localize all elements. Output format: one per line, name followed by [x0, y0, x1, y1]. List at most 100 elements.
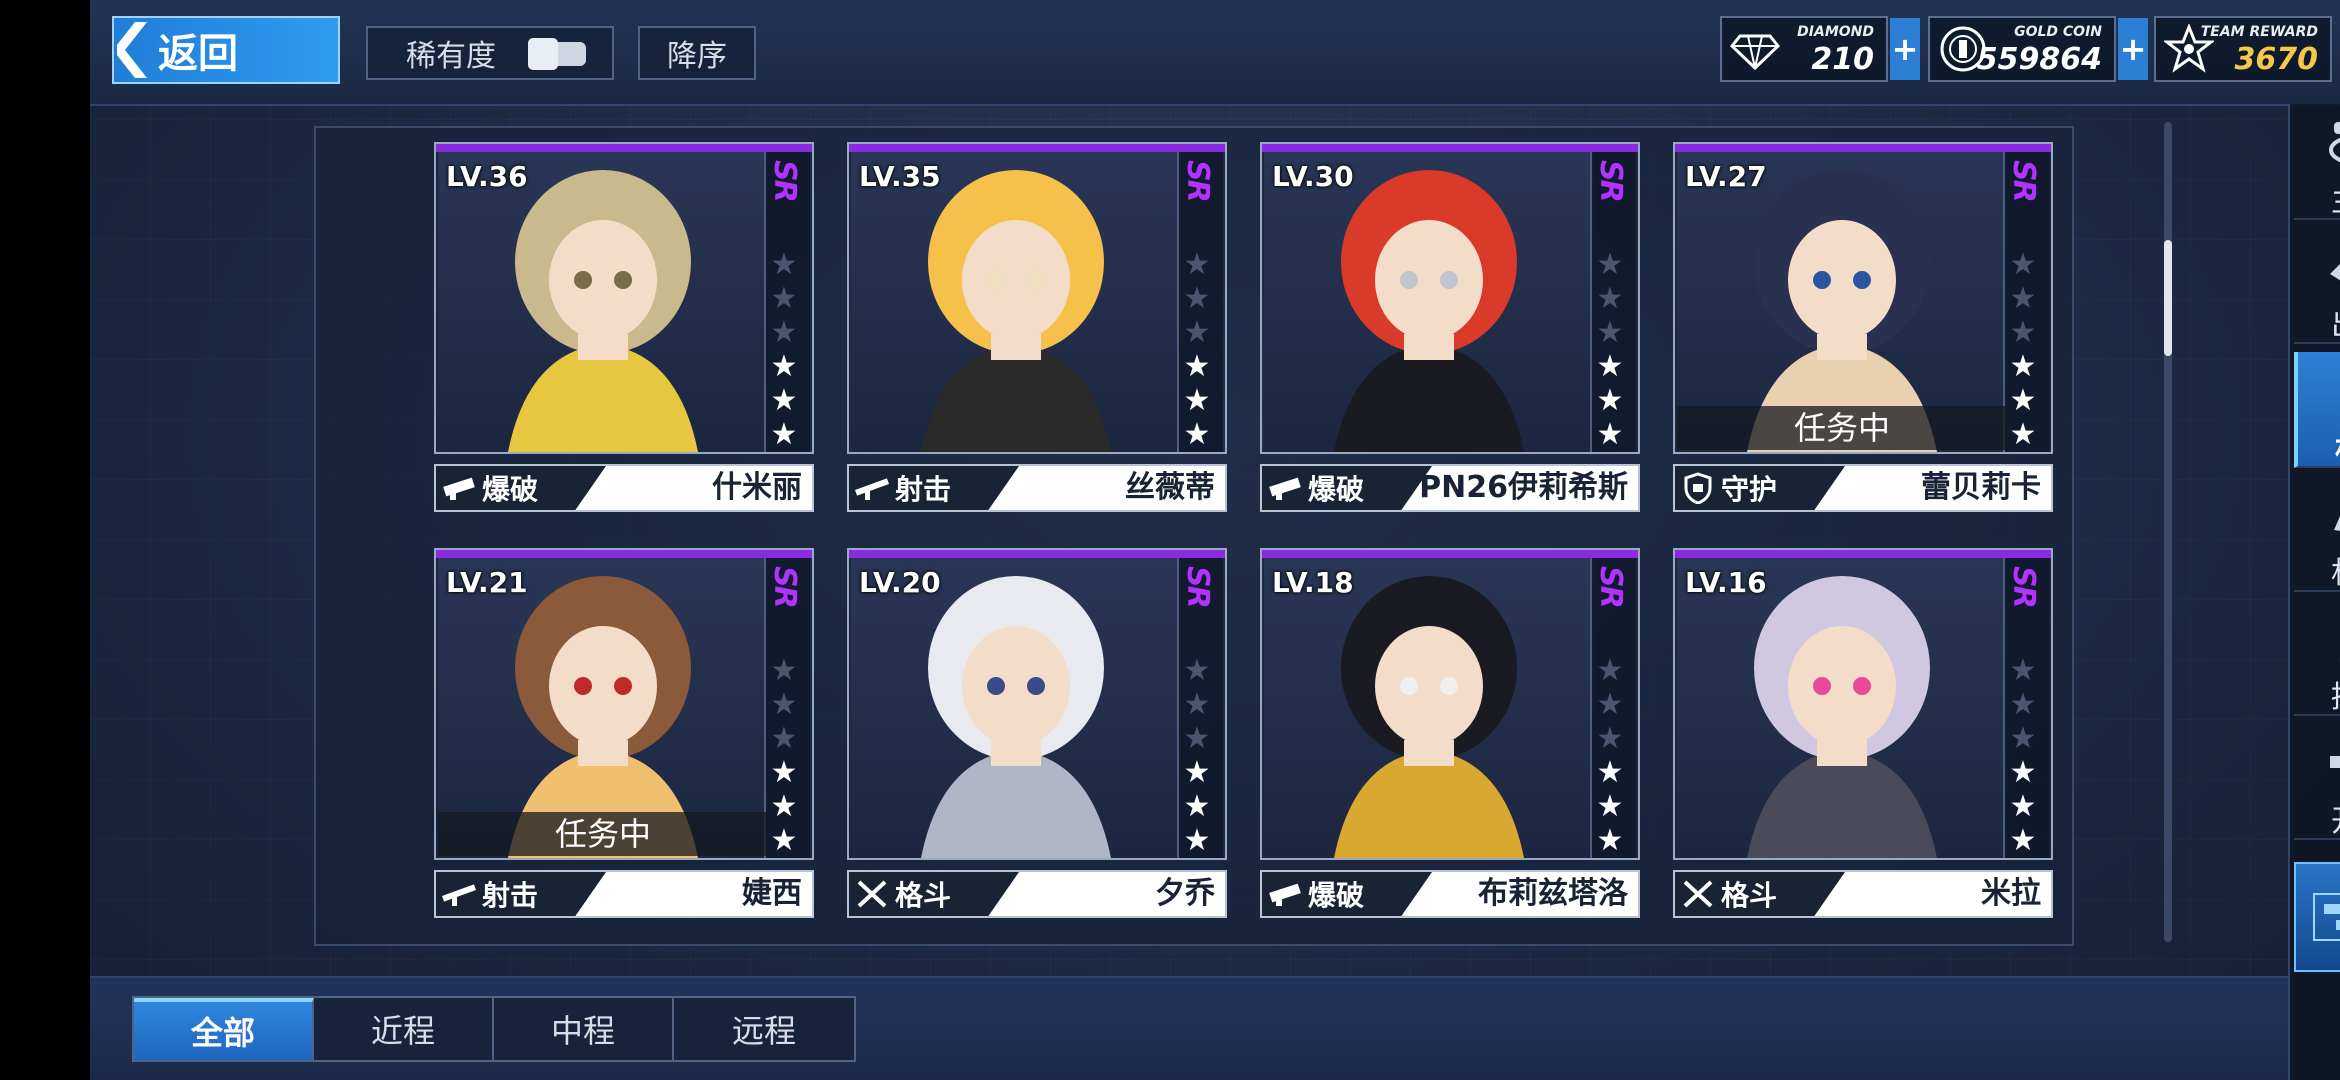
- pilot-portrait: [1677, 558, 2007, 858]
- star-rating: ★ ★ ★ ★ ★ ★: [768, 248, 800, 452]
- star-empty-icon: ★: [2009, 247, 2037, 282]
- star-filled-icon: ★: [770, 349, 798, 384]
- back-button[interactable]: 返回: [112, 16, 340, 84]
- pilot-level: LV.27: [1685, 160, 1767, 193]
- star-column: SR ★ ★ ★ ★ ★ ★: [2003, 558, 2049, 858]
- star-empty-icon: ★: [770, 315, 798, 350]
- role-tag: 射击: [436, 872, 606, 916]
- star-filled-icon: ★: [770, 823, 798, 858]
- rank-badge: SR: [1593, 160, 1628, 201]
- scrollbar[interactable]: [2164, 122, 2172, 942]
- role-tag: 爆破: [436, 466, 606, 510]
- nav-item-sortie[interactable]: 出战: [2294, 228, 2340, 344]
- star-filled-icon: ★: [770, 417, 798, 452]
- top-bar: 返回 稀有度 降序 DIAMOND 210 + GOLD COIN 559864…: [90, 0, 2340, 106]
- pilot-portrait-frame: SR ★ ★ ★ ★ ★ ★ LV.18: [1260, 548, 1640, 860]
- star-empty-icon: ★: [1183, 281, 1211, 316]
- star-filled-icon: ★: [1596, 755, 1624, 790]
- star-empty-icon: ★: [2009, 315, 2037, 350]
- pilot-portrait: [851, 558, 1181, 858]
- base-map-icon: [2313, 893, 2340, 941]
- nav-label: 机库: [2294, 548, 2340, 592]
- nav-item-develop[interactable]: 开发: [2294, 724, 2340, 840]
- crossed-swords-icon: [849, 872, 895, 916]
- tab-远程[interactable]: 远程: [674, 998, 854, 1060]
- add-gold-button[interactable]: +: [2118, 18, 2148, 80]
- role-label: 爆破: [482, 473, 539, 506]
- star-column: SR ★ ★ ★ ★ ★ ★: [764, 152, 810, 452]
- star-filled-icon: ★: [1183, 755, 1211, 790]
- pilot-card[interactable]: SR ★ ★ ★ ★ ★ ★ LV.30 爆破 PN26伊莉希斯: [1260, 142, 1640, 514]
- nav-item-lobby[interactable]: 主厅: [2294, 104, 2340, 220]
- pilot-card[interactable]: SR ★ ★ ★ ★ ★ ★ LV.20 格斗 夕乔: [847, 548, 1227, 920]
- star-filled-icon: ★: [1596, 383, 1624, 418]
- pilot-name: 丝薇蒂: [1125, 470, 1215, 505]
- nav-item-recruit[interactable]: 招募: [2294, 600, 2340, 716]
- star-empty-icon: ★: [1596, 721, 1624, 756]
- rarity-bar: [1675, 144, 2051, 152]
- pilot-name: 米拉: [1981, 876, 2041, 911]
- star-filled-icon: ★: [2009, 789, 2037, 824]
- pilot-card[interactable]: SR ★ ★ ★ ★ ★ ★ LV.21 任务中 射击 婕西: [434, 548, 814, 920]
- star-empty-icon: ★: [1183, 687, 1211, 722]
- scrollbar-thumb[interactable]: [2164, 240, 2172, 356]
- sort-order-button[interactable]: 降序: [638, 26, 756, 80]
- bazooka-icon: [1262, 466, 1308, 510]
- star-filled-icon: ★: [2009, 823, 2037, 858]
- pilot-portrait-frame: SR ★ ★ ★ ★ ★ ★ LV.16: [1673, 548, 2053, 860]
- nav-label: 机师: [2298, 424, 2340, 468]
- star-empty-icon: ★: [1183, 721, 1211, 756]
- pilot-portrait: [438, 152, 768, 452]
- bazooka-icon: [436, 466, 482, 510]
- pilot-card[interactable]: SR ★ ★ ★ ★ ★ ★ LV.36 爆破 什米丽: [434, 142, 814, 514]
- sort-label: 降序: [667, 39, 727, 74]
- nav-label: 出战: [2294, 300, 2340, 344]
- pilot-card[interactable]: SR ★ ★ ★ ★ ★ ★ LV.18 爆破 布莉兹塔洛: [1260, 548, 1640, 920]
- role-label: 射击: [482, 879, 539, 912]
- star-empty-icon: ★: [1596, 281, 1624, 316]
- nav-item-hangar[interactable]: 机库: [2294, 476, 2340, 592]
- recruit-icon: [2326, 606, 2340, 670]
- pilot-portrait-frame: SR ★ ★ ★ ★ ★ ★ LV.30: [1260, 142, 1640, 454]
- base-map-button[interactable]: [2294, 862, 2340, 972]
- rarity-bar: [1262, 144, 1638, 152]
- pilot-card[interactable]: SR ★ ★ ★ ★ ★ ★ LV.27 任务中 守护 蕾贝莉卡: [1673, 142, 2053, 514]
- role-tag: 爆破: [1262, 872, 1432, 916]
- rank-badge: SR: [767, 566, 802, 607]
- star-filled-icon: ★: [2009, 349, 2037, 384]
- star-filled-icon: ★: [770, 383, 798, 418]
- pilot-level: LV.21: [446, 566, 528, 599]
- pilot-card[interactable]: SR ★ ★ ★ ★ ★ ★ LV.35 射击 丝薇蒂: [847, 142, 1227, 514]
- lobby-icon: [2326, 110, 2340, 174]
- tab-全部[interactable]: 全部: [134, 998, 314, 1060]
- rank-badge: SR: [1593, 566, 1628, 607]
- star-empty-icon: ★: [2009, 721, 2037, 756]
- star-rating: ★ ★ ★ ★ ★ ★: [1181, 248, 1213, 452]
- role-label: 爆破: [1308, 879, 1365, 912]
- star-filled-icon: ★: [1596, 349, 1624, 384]
- rarity-filter-button[interactable]: 稀有度: [366, 26, 614, 80]
- pilot-icon: [2330, 358, 2340, 422]
- pilot-level: LV.35: [859, 160, 941, 193]
- pilot-info-bar: 射击 婕西: [434, 870, 814, 918]
- tab-近程[interactable]: 近程: [314, 998, 494, 1060]
- add-diamond-button[interactable]: +: [1890, 18, 1920, 80]
- star-empty-icon: ★: [770, 281, 798, 316]
- nav-item-pilot[interactable]: 机师: [2294, 352, 2340, 468]
- pilot-portrait: [1264, 152, 1594, 452]
- pilot-card[interactable]: SR ★ ★ ★ ★ ★ ★ LV.16 格斗 米拉: [1673, 548, 2053, 920]
- role-label: 格斗: [1721, 879, 1778, 912]
- star-filled-icon: ★: [1183, 789, 1211, 824]
- rarity-bar: [849, 550, 1225, 558]
- role-label: 格斗: [895, 879, 952, 912]
- diamond-counter: DIAMOND 210: [1720, 16, 1888, 82]
- rank-badge: SR: [1180, 566, 1215, 607]
- gold-coin-value: 559864: [1976, 42, 2102, 77]
- diamond-icon: [1729, 24, 1781, 74]
- tab-中程[interactable]: 中程: [494, 998, 674, 1060]
- star-filled-icon: ★: [1596, 789, 1624, 824]
- pilot-info-bar: 射击 丝薇蒂: [847, 464, 1227, 512]
- rarity-bar: [436, 144, 812, 152]
- rarity-bar: [1675, 550, 2051, 558]
- shield-icon: [1675, 466, 1721, 510]
